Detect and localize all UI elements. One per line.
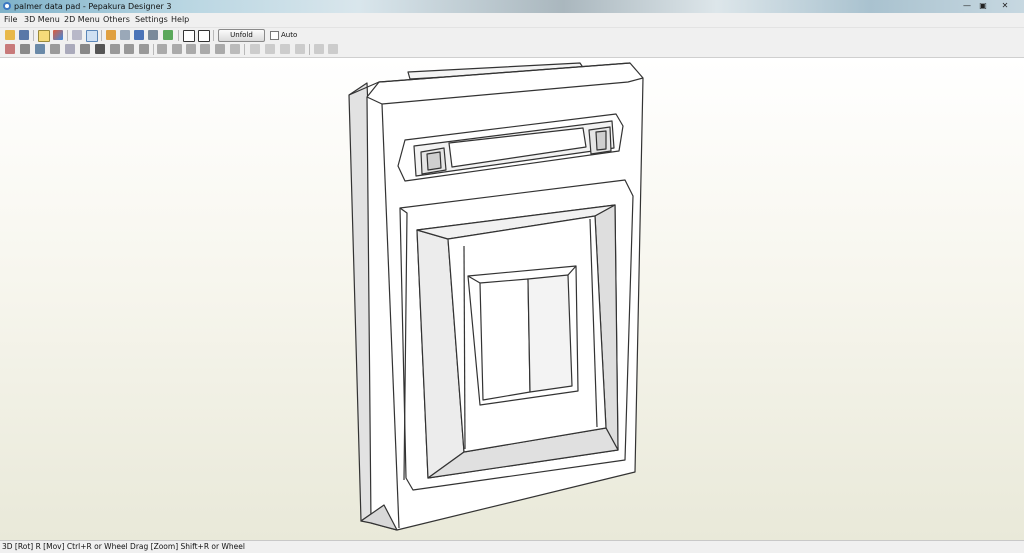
minimize-button[interactable]: — bbox=[960, 1, 974, 11]
arrange-icon[interactable] bbox=[215, 44, 225, 54]
toolbar-separator bbox=[178, 30, 179, 41]
menu-help[interactable]: Help bbox=[171, 13, 189, 27]
toolbar-edit bbox=[0, 42, 1024, 58]
move-face-icon[interactable] bbox=[139, 44, 149, 54]
menu-file[interactable]: File bbox=[4, 13, 17, 27]
texture-setting-icon[interactable] bbox=[35, 44, 45, 54]
print-icon[interactable] bbox=[230, 44, 240, 54]
maximize-button[interactable]: ▣ bbox=[976, 1, 990, 11]
menu-others[interactable]: Others bbox=[103, 13, 130, 27]
edit-part-icon[interactable] bbox=[5, 44, 15, 54]
window-single-icon[interactable] bbox=[183, 30, 195, 42]
layout-block-icon[interactable] bbox=[95, 44, 105, 54]
parts-icon[interactable] bbox=[200, 44, 210, 54]
layout-icon[interactable] bbox=[186, 44, 196, 54]
slot-bar-left-knob-core bbox=[426, 151, 442, 171]
color-mode-icon[interactable] bbox=[38, 30, 50, 42]
toolbar-separator bbox=[153, 44, 154, 55]
toolbar-separator bbox=[101, 30, 102, 41]
toolbar-separator bbox=[67, 30, 68, 41]
status-bar: 3D [Rot] R [Mov] Ctrl+R or Wheel Drag [Z… bbox=[0, 540, 1024, 553]
flap-icon[interactable] bbox=[50, 44, 60, 54]
paint-bucket-icon[interactable] bbox=[120, 30, 130, 40]
pepakura-app-icon bbox=[3, 2, 11, 10]
window-titlebar[interactable]: palmer data pad - Pepakura Designer 3 — … bbox=[0, 0, 1024, 13]
toolbar-separator bbox=[244, 44, 245, 55]
auto-checkbox[interactable] bbox=[270, 31, 279, 40]
select-mode-icon[interactable] bbox=[86, 30, 98, 42]
model-tree-icon[interactable] bbox=[163, 30, 173, 40]
close-button[interactable]: ✕ bbox=[994, 1, 1016, 11]
wireframe-icon[interactable] bbox=[72, 30, 82, 40]
texture-icon[interactable] bbox=[53, 30, 63, 40]
menu-3d[interactable]: 3D Menu bbox=[24, 13, 60, 27]
auto-checkbox-label: Auto bbox=[281, 31, 298, 39]
redo-icon[interactable] bbox=[124, 44, 134, 54]
toolbar-separator bbox=[309, 44, 310, 55]
status-text: 3D [Rot] R [Mov] Ctrl+R or Wheel Drag [Z… bbox=[2, 542, 245, 551]
align-top-icon[interactable] bbox=[280, 44, 290, 54]
align-center-icon[interactable] bbox=[265, 44, 275, 54]
toolbar-separator bbox=[33, 30, 34, 41]
menu-settings[interactable]: Settings bbox=[135, 13, 168, 27]
zoom-fit-icon[interactable] bbox=[314, 44, 324, 54]
unfold-button[interactable]: Unfold bbox=[218, 29, 265, 42]
3d-viewport[interactable] bbox=[0, 58, 1024, 540]
menu-2d[interactable]: 2D Menu bbox=[64, 13, 100, 27]
save-icon[interactable] bbox=[19, 30, 29, 40]
display-right-pane bbox=[527, 274, 573, 393]
3d-model-view bbox=[348, 62, 644, 531]
window-split-icon[interactable] bbox=[198, 30, 210, 42]
rotate-axis-icon[interactable] bbox=[134, 30, 144, 40]
undo-icon[interactable] bbox=[110, 44, 120, 54]
group-icon[interactable] bbox=[172, 44, 182, 54]
display-left-pane bbox=[479, 278, 531, 401]
align-right-icon[interactable] bbox=[295, 44, 305, 54]
window-title: palmer data pad - Pepakura Designer 3 bbox=[14, 2, 172, 11]
pencil-icon[interactable] bbox=[106, 30, 116, 40]
cylinder-icon[interactable] bbox=[65, 44, 75, 54]
toolbar-main: Unfold Auto bbox=[0, 28, 1024, 42]
align-left-icon[interactable] bbox=[250, 44, 260, 54]
cut-line-icon[interactable] bbox=[80, 44, 90, 54]
slot-bar-right-knob-core bbox=[595, 130, 607, 151]
toolbar-separator bbox=[213, 30, 214, 41]
view-front-icon[interactable] bbox=[148, 30, 158, 40]
join-edge-icon[interactable] bbox=[20, 44, 30, 54]
open-icon[interactable] bbox=[5, 30, 15, 40]
menu-bar: File 3D Menu 2D Menu Others Settings Hel… bbox=[0, 13, 1024, 28]
split-face-icon[interactable] bbox=[157, 44, 167, 54]
zoom-reset-icon[interactable] bbox=[328, 44, 338, 54]
